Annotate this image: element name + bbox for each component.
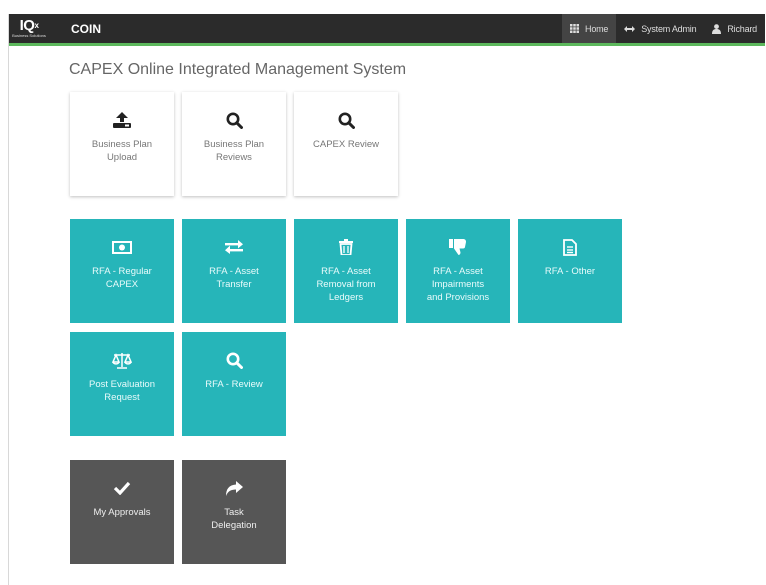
business-plan-upload-tile[interactable]: Business Plan Upload <box>70 92 174 196</box>
nav-system-admin-label: System Admin <box>641 23 697 34</box>
my-approvals-tile[interactable]: My Approvals <box>70 460 174 564</box>
brand-name[interactable]: COIN <box>71 22 101 36</box>
rfa-regular-capex-tile[interactable]: RFA - Regular CAPEX <box>70 219 174 323</box>
arrows-horizontal-icon <box>624 25 636 33</box>
capex-review-tile[interactable]: CAPEX Review <box>294 92 398 196</box>
business-plan-reviews-tile[interactable]: Business Plan Reviews <box>182 92 286 196</box>
top-navbar: IQx Business Solutions COIN Home System … <box>9 14 765 46</box>
trash-icon <box>339 237 353 257</box>
search-icon <box>226 110 243 130</box>
business-plan-upload-label: Business Plan Upload <box>91 139 153 163</box>
rfa-asset-impairments-tile[interactable]: RFA - Asset Impairments and Provisions <box>406 219 510 323</box>
nav-menu: Home System Admin Richard <box>562 14 765 43</box>
upload-icon <box>113 110 131 130</box>
logo-subtitle: Business Solutions <box>12 33 46 38</box>
page-title: CAPEX Online Integrated Management Syste… <box>69 61 407 78</box>
rfa-asset-removal-tile[interactable]: RFA - Asset Removal from Ledgers <box>294 219 398 323</box>
rfa-regular-capex-label: RFA - Regular CAPEX <box>92 266 152 290</box>
app-frame: IQx Business Solutions COIN Home System … <box>8 14 765 585</box>
rfa-asset-removal-label: RFA - Asset Removal from Ledgers <box>316 266 376 303</box>
logo-mark: IQ <box>19 17 35 34</box>
rfa-other-tile[interactable]: RFA - Other <box>518 219 622 323</box>
nav-system-admin[interactable]: System Admin <box>616 14 704 43</box>
rfa-asset-transfer-tile[interactable]: RFA - Asset Transfer <box>182 219 286 323</box>
capex-review-label: CAPEX Review <box>313 139 379 150</box>
my-approvals-label: My Approvals <box>93 507 151 518</box>
money-icon <box>112 237 132 257</box>
search-icon <box>226 350 243 370</box>
user-icon <box>712 23 722 34</box>
nav-home[interactable]: Home <box>562 14 617 43</box>
rfa-asset-impairments-label: RFA - Asset Impairments and Provisions <box>426 266 490 303</box>
exchange-icon <box>224 237 244 257</box>
share-arrow-icon <box>225 478 243 498</box>
task-delegation-label: Task Delegation <box>211 507 257 531</box>
logo-superscript: x <box>34 21 39 30</box>
check-icon <box>113 478 131 498</box>
search-icon <box>338 110 355 130</box>
rfa-review-tile[interactable]: RFA - Review <box>182 332 286 436</box>
nav-home-label: Home <box>585 23 609 34</box>
post-evaluation-request-label: Post Evaluation Request <box>88 379 155 403</box>
post-evaluation-request-tile[interactable]: Post Evaluation Request <box>70 332 174 436</box>
nav-user[interactable]: Richard <box>704 14 765 43</box>
nav-user-label: Richard <box>727 23 757 34</box>
thumbs-down-icon <box>449 237 467 257</box>
grid-icon <box>570 24 580 33</box>
task-delegation-tile[interactable]: Task Delegation <box>182 460 286 564</box>
document-icon <box>563 237 577 257</box>
company-logo[interactable]: IQx Business Solutions <box>9 13 49 45</box>
business-plan-reviews-label: Business Plan Reviews <box>203 139 265 163</box>
balance-scale-icon <box>112 350 132 370</box>
rfa-review-label: RFA - Review <box>205 379 263 390</box>
rfa-other-label: RFA - Other <box>544 266 596 277</box>
rfa-asset-transfer-label: RFA - Asset Transfer <box>209 266 259 290</box>
